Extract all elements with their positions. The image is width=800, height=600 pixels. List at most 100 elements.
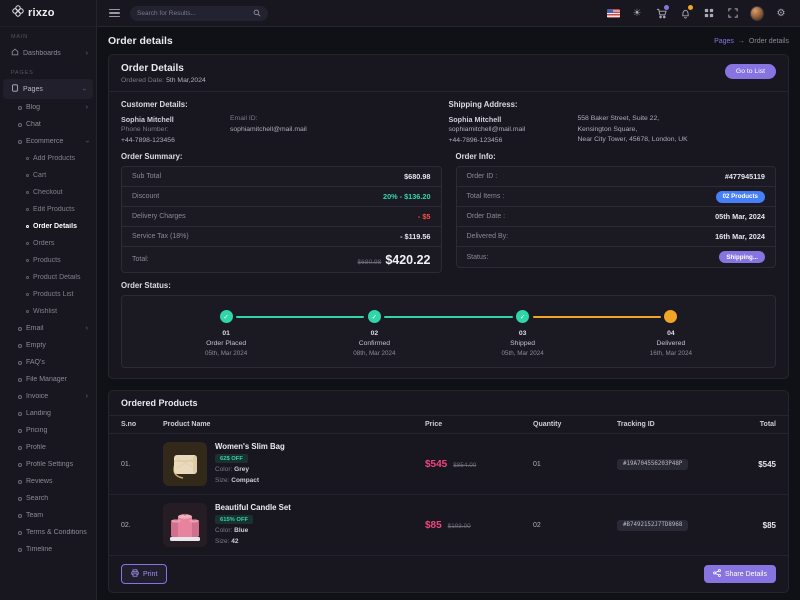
sidebar-item-order-details[interactable]: Order Details [0,218,96,235]
brand-logo[interactable]: rixzo [0,0,96,27]
sidebar-item-file-manager[interactable]: File Manager [0,371,96,388]
fullscreen-icon[interactable] [726,6,740,20]
bullet-icon [18,429,22,433]
product-thumbnail-bag [163,442,207,486]
cart-badge [664,5,669,10]
total-value: $420.22 [385,253,430,267]
product-row: 02. Beautiful [109,495,788,556]
product-color: Color: Blue [215,526,291,536]
sidebar-item-dashboards[interactable]: Dashboards › [0,43,96,63]
customer-email: sophiamitchell@mail.mail [230,125,449,136]
bullet-icon [26,174,29,177]
shipping-address-heading: Shipping Address: [449,100,777,109]
search-icon[interactable] [253,4,261,22]
sidebar-item-invoice[interactable]: Invoice › [0,388,96,405]
sidebar-item-profile[interactable]: Profile [0,439,96,456]
sidebar-item-pricing[interactable]: Pricing [0,422,96,439]
summary-row-total: Total: $680.98$420.22 [122,247,441,272]
notifications-badge [688,5,693,10]
sidebar-item-pages[interactable]: Pages › [3,79,93,99]
sidebar-item-orders[interactable]: Orders [0,235,96,252]
bullet-icon [26,293,29,296]
sidebar-item-wishlist[interactable]: Wishlist [0,303,96,320]
menu-toggle-icon[interactable] [109,9,120,17]
brand-logo-icon [12,4,24,22]
sidebar-item-products-list[interactable]: Products List [0,286,96,303]
sidebar-item-email[interactable]: Email › [0,320,96,337]
order-id-value: #477945119 [725,172,765,181]
product-size: Size: Compact [215,476,285,486]
product-size: Size: 42 [215,537,291,547]
product-total: $545 [735,460,776,469]
bullet-icon [26,276,29,279]
order-details-card-header: Order Details Ordered Date:5th Mar,2024 … [109,55,788,92]
sidebar-item-checkout[interactable]: Checkout [0,184,96,201]
shipping-name: Sophia Mitchell [449,114,564,125]
notifications-bell-icon[interactable] [678,6,692,20]
language-flag-icon[interactable] [606,6,620,20]
bullet-icon [18,361,22,365]
product-thumbnail-candles [163,503,207,547]
sidebar-item-terms[interactable]: Terms & Conditions [0,524,96,541]
sidebar-item-faqs[interactable]: FAQ's [0,354,96,371]
breadcrumb-separator: → [738,38,745,45]
breadcrumb-pages-link[interactable]: Pages [714,38,734,45]
bullet-icon [18,531,22,535]
sidebar-item-product-details[interactable]: Product Details [0,269,96,286]
chevron-right-icon: › [86,104,88,111]
print-button[interactable]: Print [121,564,167,584]
search-box [130,6,268,21]
delivered-by-value: 16th Mar, 2024 [715,232,765,241]
sidebar-item-cart[interactable]: Cart [0,167,96,184]
sidebar-item-edit-products[interactable]: Edit Products [0,201,96,218]
bullet-icon [26,242,29,245]
cart-icon[interactable] [654,6,668,20]
order-status-section: Order Status: ✓ 01 Order Placed 05th, Ma… [109,279,788,378]
sidebar-item-blog[interactable]: Blog › [0,99,96,116]
go-to-list-button[interactable]: Go to List [725,64,776,79]
bullet-icon [18,412,22,416]
sidebar-item-add-products[interactable]: Add Products [0,150,96,167]
bullet-icon [18,344,22,348]
share-details-button[interactable]: Share Details [704,565,776,583]
bullet-icon [26,310,29,313]
summary-row-subtotal: Sub Total $680.98 [122,167,441,187]
settings-gear-icon[interactable]: ⚙ [774,6,788,20]
info-row-total-items: Total Items : 02 Products [457,187,776,207]
sidebar-item-chat[interactable]: Chat [0,116,96,133]
shipping-address-line1: 558 Baker Street, Suite 22, [578,114,777,125]
check-circle-icon: ✓ [516,310,529,323]
sidebar-item-team[interactable]: Team [0,507,96,524]
discount-value: 20% - $136.20 [383,192,430,201]
product-name-link[interactable]: Women's Slim Bag [215,442,285,451]
status-badge: Shipping... [719,251,765,263]
sidebar-item-products[interactable]: Products [0,252,96,269]
theme-toggle-sun-icon[interactable]: ☀ [630,6,644,20]
topbar: ☀ ⚙ [97,0,800,27]
sidebar-item-landing[interactable]: Landing [0,405,96,422]
sidebar-item-search[interactable]: Search [0,490,96,507]
shipping-address-line3: Near City Tower, 45678, London, UK [578,135,777,146]
chevron-right-icon: › [86,393,88,400]
tracking-id-badge: #19A7045S6203P48P [617,459,688,470]
chevron-down-icon: › [83,140,90,142]
customer-phone-label: Phone Number: [121,125,216,136]
bullet-icon [26,208,29,211]
ordered-products-title: Ordered Products [109,391,788,416]
search-input[interactable] [137,10,249,17]
check-circle-icon: ✓ [368,310,381,323]
apps-grid-icon[interactable] [702,6,716,20]
sidebar-item-empty[interactable]: Empty [0,337,96,354]
product-price: $545 $854.00 [425,459,533,470]
user-avatar[interactable] [750,6,764,20]
sidebar-item-ecommerce[interactable]: Ecommerce › [0,133,96,150]
product-quantity: 01 [533,461,617,468]
sidebar-item-timeline[interactable]: Timeline [0,541,96,558]
product-price: $85 $193.00 [425,520,533,531]
bullet-icon [18,327,22,331]
sidebar-item-profile-settings[interactable]: Profile Settings [0,456,96,473]
shipping-address-line2: Kensington Square, [578,125,777,136]
sidebar-section-pages: PAGES [0,63,96,79]
product-name-link[interactable]: Beautiful Candle Set [215,503,291,512]
sidebar-item-reviews[interactable]: Reviews [0,473,96,490]
